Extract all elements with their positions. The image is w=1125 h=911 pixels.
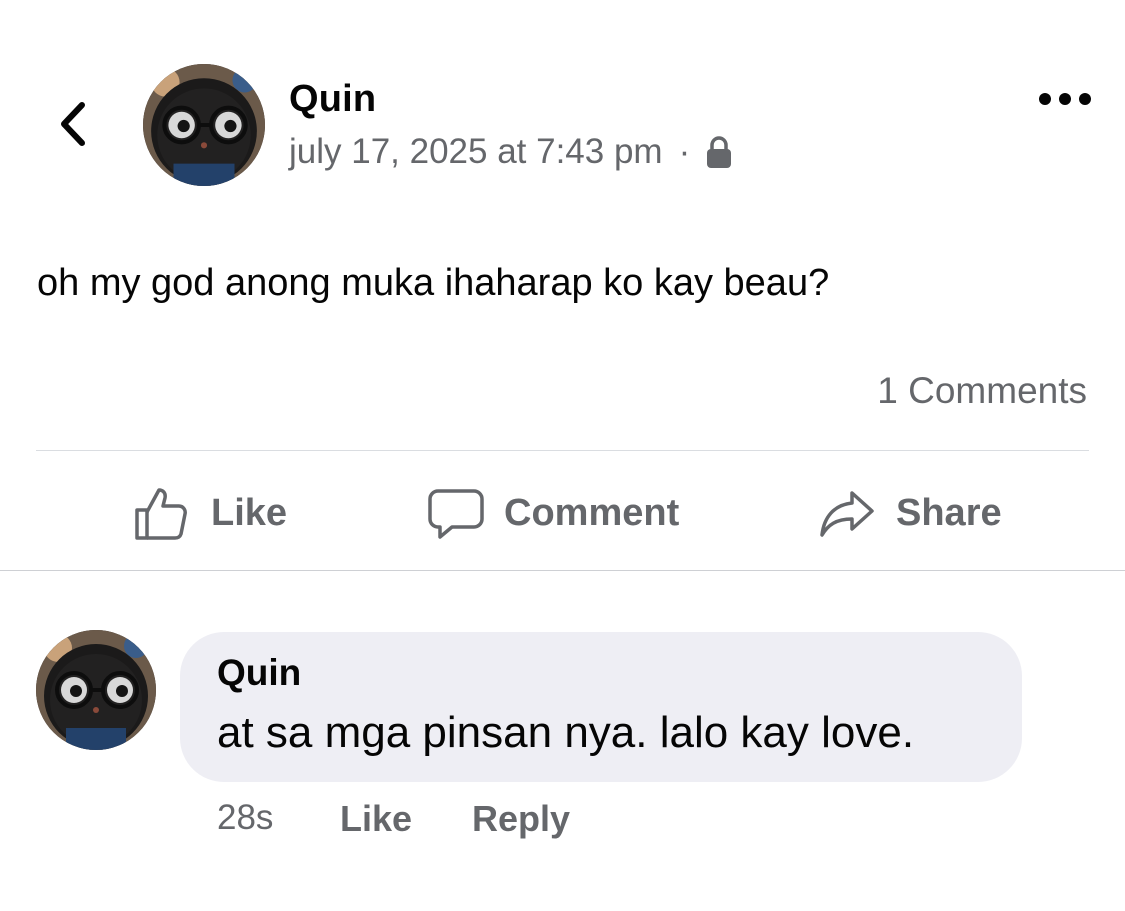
share-arrow-icon [820,491,874,537]
comment-text: at sa mga pinsan nya. lalo kay love. [217,708,915,757]
comment-bubble[interactable] [180,632,1022,782]
comment-author-avatar[interactable] [36,630,156,750]
share-label: Share [896,491,1002,534]
post-author-avatar[interactable] [143,64,265,186]
comment-like-button[interactable]: Like [340,798,412,840]
comment-timestamp: 28s [217,798,274,837]
more-horizontal-icon [1039,93,1091,105]
comment-button[interactable]: Comment [428,478,679,548]
avatar-image [36,630,156,750]
divider [0,570,1125,571]
comment-bubble-icon [428,489,484,539]
post-timestamp[interactable]: july 17, 2025 at 7:43 pm [289,132,663,172]
lock-icon[interactable] [704,134,734,170]
post-meta: july 17, 2025 at 7:43 pm · [289,132,734,172]
back-button[interactable] [48,94,96,154]
more-options-button[interactable] [1035,82,1095,116]
like-button[interactable]: Like [133,478,287,548]
avatar-image [143,64,265,186]
comment-author-name[interactable]: Quin [217,652,301,694]
thumbs-up-icon [135,488,187,540]
post-author-name[interactable]: Quin [289,78,376,121]
divider [36,450,1089,451]
comment-reply-button[interactable]: Reply [472,798,570,840]
chevron-left-icon [61,102,85,146]
comment-label: Comment [504,491,680,534]
share-button[interactable]: Share [818,478,1002,548]
comments-count-link[interactable]: 1 Comments [877,370,1087,412]
like-label: Like [211,491,288,534]
post-text: oh my god anong muka ihaharap ko kay bea… [37,262,830,304]
meta-separator: · [678,132,691,171]
